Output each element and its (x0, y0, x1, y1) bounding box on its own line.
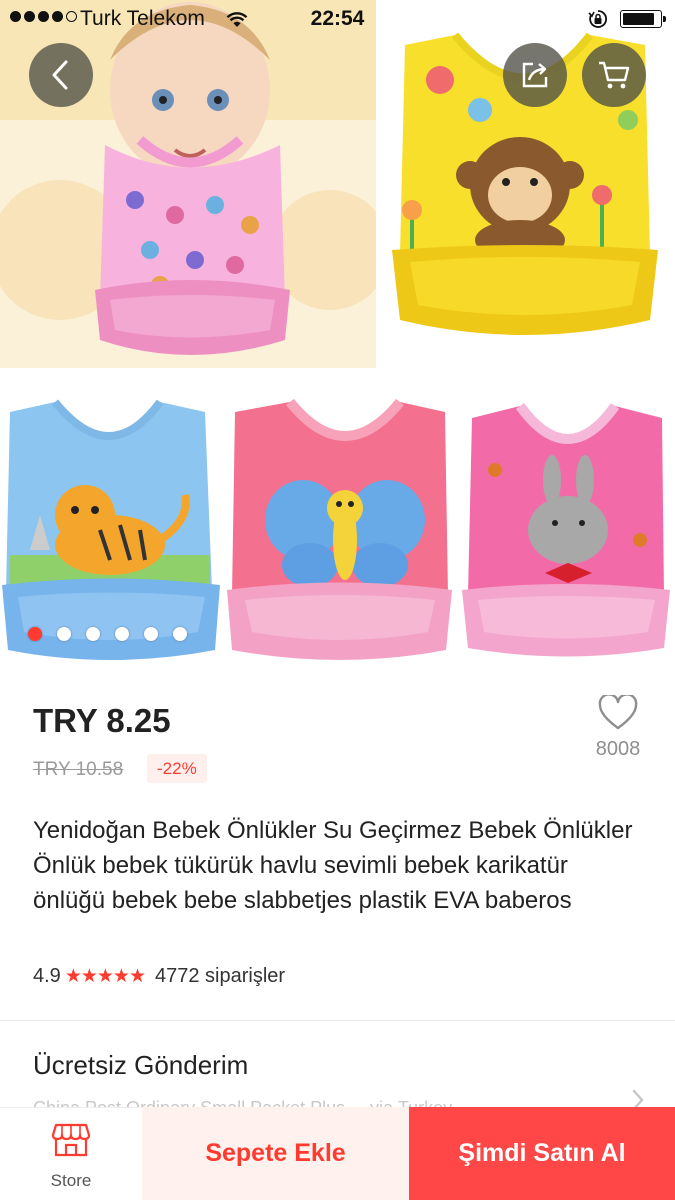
add-to-cart-button[interactable]: Sepete Ekle (142, 1107, 409, 1200)
battery-icon (620, 10, 666, 28)
chevron-left-icon (49, 60, 73, 90)
rating-value: 4.9 (33, 965, 61, 987)
store-button[interactable]: Store (0, 1107, 142, 1200)
rotation-lock-icon (588, 9, 608, 35)
cart-button[interactable] (582, 43, 646, 107)
pagination-dot[interactable] (115, 627, 129, 641)
rating-stars: ★★★★★ (64, 966, 146, 987)
store-icon (51, 1122, 91, 1163)
share-icon (520, 60, 550, 90)
share-button[interactable] (503, 43, 567, 107)
pagination-dot[interactable] (173, 627, 187, 641)
pagination-dot[interactable] (28, 627, 42, 641)
original-price: TRY 10.58 (33, 759, 124, 780)
wishlist-count: 8008 (595, 738, 641, 760)
buy-now-button[interactable]: Şimdi Satın Al (409, 1107, 675, 1200)
shipping-title[interactable]: Ücretsiz Gönderim (33, 1050, 248, 1081)
cart-icon (597, 60, 631, 90)
status-bar: Turk Telekom 22:54 (0, 0, 675, 38)
wishlist-button[interactable]: 8008 (585, 693, 651, 765)
product-title: Yenidoğan Bebek Önlükler Su Geçirmez Beb… (33, 817, 633, 914)
pagination-dot[interactable] (86, 627, 100, 641)
current-price: TRY 8.25 (33, 702, 171, 739)
rating-row[interactable]: 4.9 ★★★★★ 4772 siparişler (33, 965, 285, 988)
product-image-gallery[interactable] (0, 0, 675, 675)
discount-badge: -22% (147, 754, 207, 783)
bottom-action-bar: Store Sepete Ekle Şimdi Satın Al (0, 1107, 675, 1200)
back-button[interactable] (29, 43, 93, 107)
gallery-pagination (28, 627, 187, 641)
pink-butterfly-bib-image (225, 368, 455, 675)
store-label: Store (50, 1171, 92, 1190)
orders-count: 4772 siparişler (154, 965, 286, 987)
pink-bunny-bib-image (455, 368, 675, 675)
pagination-dot[interactable] (57, 627, 71, 641)
clock: 22:54 (310, 7, 365, 30)
heart-outline-icon (598, 693, 638, 735)
divider (0, 1020, 675, 1021)
pagination-dot[interactable] (144, 627, 158, 641)
